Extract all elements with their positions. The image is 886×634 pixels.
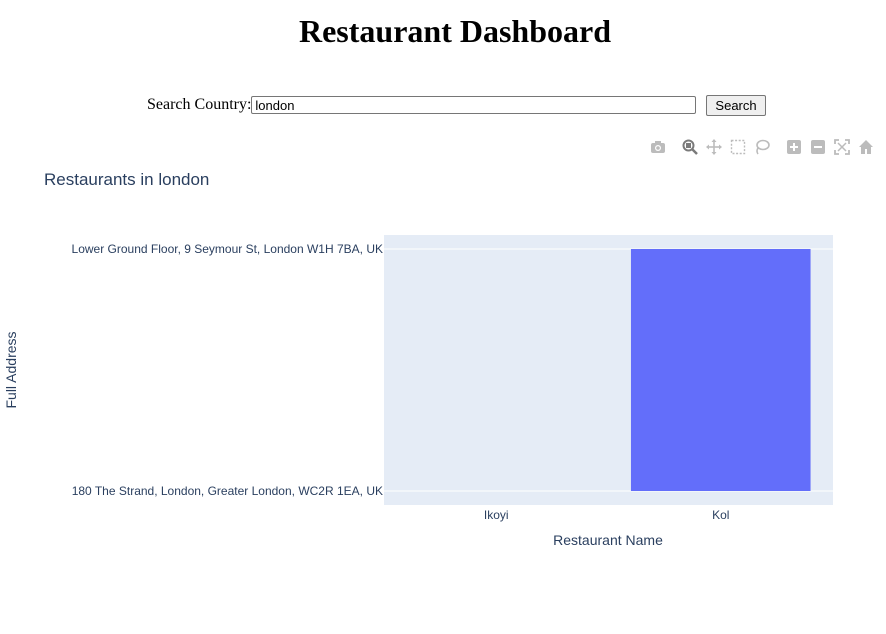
- y-tick-labels: 180 The Strand, London, Greater London, …: [72, 242, 383, 498]
- chart-title: Restaurants in london: [44, 170, 209, 189]
- x-axis-title: Restaurant Name: [553, 532, 663, 548]
- x-tick-label: Ikoyi: [484, 508, 509, 522]
- x-tick-labels: Ikoyi Kol: [484, 508, 730, 522]
- y-tick-label: Lower Ground Floor, 9 Seymour St, London…: [72, 242, 383, 256]
- bar-chart: Restaurants in london 180 The Strand, Lo…: [3, 170, 833, 548]
- bars: [630, 249, 811, 491]
- x-tick-label: Kol: [712, 508, 729, 522]
- y-axis-title: Full Address: [3, 331, 19, 408]
- y-tick-label: 180 The Strand, London, Greater London, …: [72, 484, 383, 498]
- bar-kol[interactable]: [630, 249, 811, 491]
